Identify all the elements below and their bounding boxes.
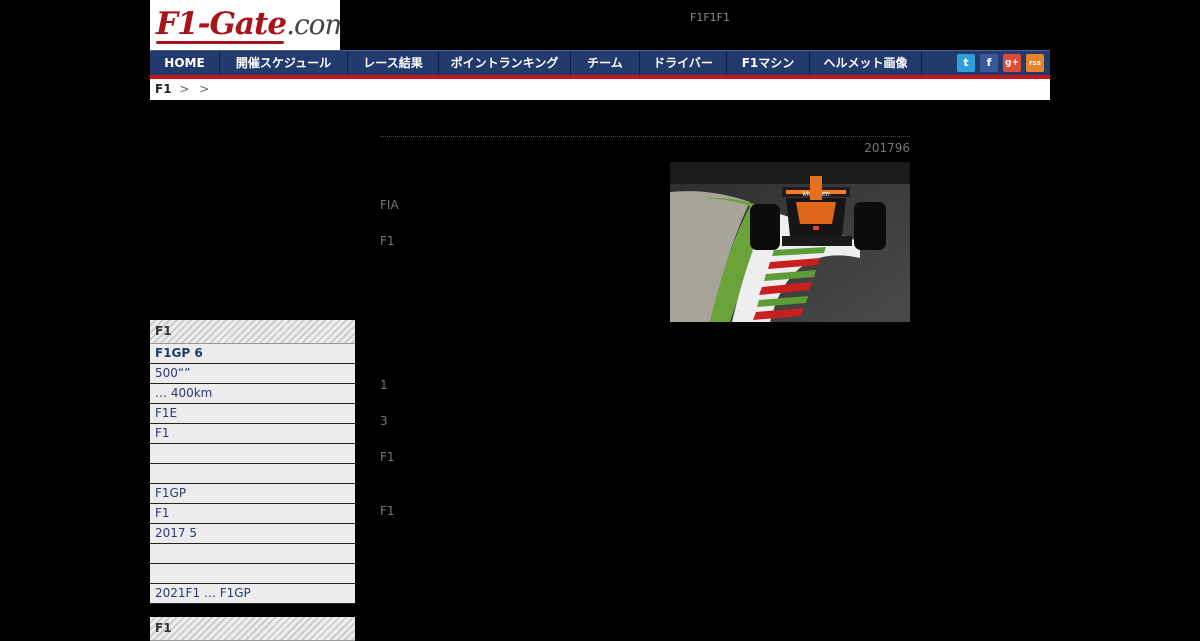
sidebar-link[interactable]: F1GP 6 — [150, 344, 355, 364]
breadcrumb-separator: > — [179, 82, 190, 96]
rss-icon[interactable]: rss — [1026, 54, 1044, 72]
article-paragraph: 1 — [380, 378, 388, 392]
facebook-icon[interactable]: f — [980, 54, 998, 72]
sidebar-link[interactable] — [150, 464, 355, 484]
header-tagline: F1F1F1 — [690, 11, 730, 24]
logo-underline — [156, 41, 284, 44]
breadcrumb-separator: > — [199, 82, 210, 96]
sidebar-box-articles: F1 F1GP 6 500“” … 400km F1E F1 F1GP F1 2… — [150, 320, 355, 604]
sidebar-link[interactable] — [150, 444, 355, 464]
nav-machines[interactable]: F1マシン — [727, 51, 810, 75]
main-nav: HOME 開催スケジュール レース結果 ポイントランキング チーム ドライバー … — [150, 50, 1050, 75]
nav-helmets[interactable]: ヘルメット画像 — [810, 51, 922, 75]
google-plus-icon[interactable]: g+ — [1003, 54, 1021, 72]
article-paragraph: F1 — [380, 450, 395, 464]
twitter-icon[interactable]: t — [957, 54, 975, 72]
nav-teams[interactable]: チーム — [571, 51, 640, 75]
breadcrumb: F1 > > — [150, 79, 1050, 100]
article-date: 201796 — [864, 141, 910, 155]
sidebar-link[interactable]: F1E — [150, 404, 355, 424]
nav-schedule[interactable]: 開催スケジュール — [220, 51, 348, 75]
article-paragraph: 3 — [380, 414, 388, 428]
sidebar-box-title: F1 — [150, 617, 355, 641]
sidebar-link[interactable]: F1 — [150, 504, 355, 524]
logo-text: F1-Gate.com — [156, 6, 340, 42]
sidebar-link[interactable]: 2017 5 — [150, 524, 355, 544]
sidebar-box-secondary: F1 — [150, 617, 355, 641]
article-photo: McLaren — [670, 162, 910, 322]
sidebar-box-title: F1 — [150, 320, 355, 344]
article-paragraph: F1 — [380, 234, 395, 248]
article-paragraph: FIA — [380, 198, 399, 212]
nav-home[interactable]: HOME — [150, 51, 220, 75]
breadcrumb-home[interactable]: F1 — [155, 82, 172, 96]
sidebar-link[interactable]: 2021F1 … F1GP — [150, 584, 355, 604]
nav-drivers[interactable]: ドライバー — [640, 51, 727, 75]
nav-ranking[interactable]: ポイントランキング — [439, 51, 571, 75]
article-paragraph: F1 — [380, 504, 395, 518]
race-car-image: McLaren — [670, 162, 910, 322]
nav-results[interactable]: レース結果 — [348, 51, 439, 75]
page-wrapper: F1-Gate.com F1F1F1 HOME 開催スケジュール レース結果 ポ… — [150, 0, 1050, 641]
sidebar-link[interactable]: 500“” — [150, 364, 355, 384]
sidebar-link[interactable] — [150, 564, 355, 584]
sidebar-link[interactable]: … 400km — [150, 384, 355, 404]
site-logo[interactable]: F1-Gate.com — [150, 0, 340, 50]
sidebar-link[interactable]: F1GP — [150, 484, 355, 504]
article-divider — [380, 136, 910, 137]
sidebar-link[interactable] — [150, 544, 355, 564]
sidebar-link[interactable]: F1 — [150, 424, 355, 444]
